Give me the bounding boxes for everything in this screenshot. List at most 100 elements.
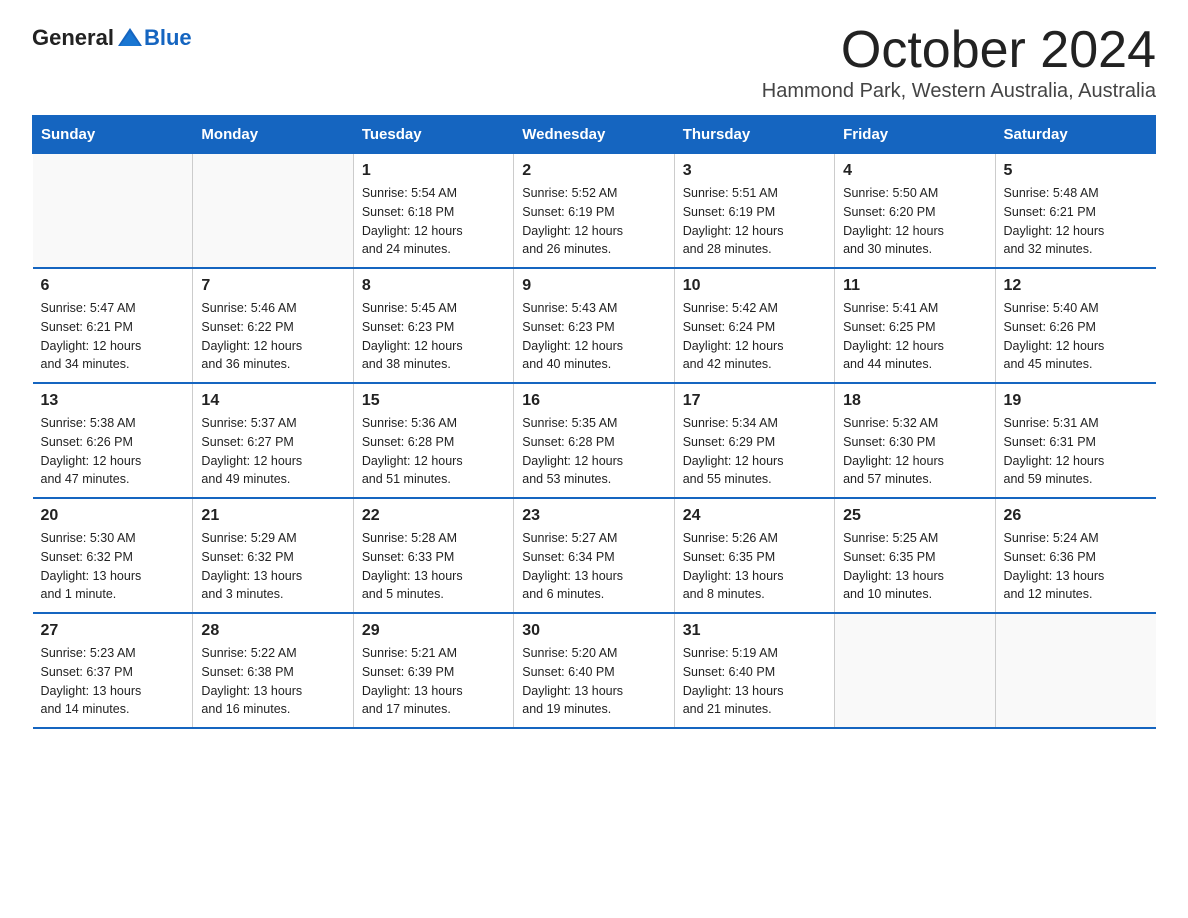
day-number: 6: [41, 277, 185, 295]
calendar-cell: 11Sunrise: 5:41 AMSunset: 6:25 PMDayligh…: [835, 268, 995, 383]
day-number: 7: [201, 277, 344, 295]
day-number: 13: [41, 392, 185, 410]
day-detail: Sunrise: 5:51 AMSunset: 6:19 PMDaylight:…: [683, 184, 826, 259]
day-detail: Sunrise: 5:25 AMSunset: 6:35 PMDaylight:…: [843, 529, 986, 604]
calendar-cell: 28 Sunrise: 5:22 AMSunset: 6:38 PMDayligh…: [193, 613, 353, 728]
calendar-cell: 29 Sunrise: 5:21 AMSunset: 6:39 PMDayligh…: [353, 613, 513, 728]
day-number: 3: [683, 162, 826, 180]
calendar-table: Sunday Monday Tuesday Wednesday Thursday…: [32, 115, 1156, 729]
day-detail: Sunrise: 5:52 AMSunset: 6:19 PMDaylight:…: [522, 184, 665, 259]
day-detail: Sunrise: 5:46 AMSunset: 6:22 PMDaylight:…: [201, 299, 344, 374]
day-detail: Sunrise: 5:20 AMSunset: 6:40 PMDaylight:…: [522, 644, 665, 719]
calendar-cell: 8 Sunrise: 5:45 AMSunset: 6:23 PMDaylight…: [353, 268, 513, 383]
calendar-cell: 6Sunrise: 5:47 AMSunset: 6:21 PMDaylight…: [33, 268, 193, 383]
day-detail: Sunrise: 5:19 AMSunset: 6:40 PMDaylight:…: [683, 644, 826, 719]
day-detail: Sunrise: 5:43 AMSunset: 6:23 PMDaylight:…: [522, 299, 665, 374]
calendar-cell: [995, 613, 1155, 728]
day-detail: Sunrise: 5:23 AMSunset: 6:37 PMDaylight:…: [41, 644, 185, 719]
day-detail: Sunrise: 5:32 AMSunset: 6:30 PMDaylight:…: [843, 414, 986, 489]
day-number: 8: [362, 277, 505, 295]
day-detail: Sunrise: 5:54 AMSunset: 6:18 PMDaylight:…: [362, 184, 505, 259]
calendar-cell: 31 Sunrise: 5:19 AMSunset: 6:40 PMDayligh…: [674, 613, 834, 728]
day-number: 21: [201, 507, 344, 525]
calendar-cell: 4 Sunrise: 5:50 AMSunset: 6:20 PMDaylight…: [835, 154, 995, 269]
logo: General Blue: [32, 24, 192, 52]
calendar-cell: 15Sunrise: 5:36 AMSunset: 6:28 PMDayligh…: [353, 383, 513, 498]
calendar-cell: [33, 154, 193, 269]
day-detail: Sunrise: 5:26 AMSunset: 6:35 PMDaylight:…: [683, 529, 826, 604]
calendar-week-row: 27 Sunrise: 5:23 AMSunset: 6:37 PMDayligh…: [33, 613, 1156, 728]
day-detail: Sunrise: 5:45 AMSunset: 6:23 PMDaylight:…: [362, 299, 505, 374]
calendar-cell: 14Sunrise: 5:37 AMSunset: 6:27 PMDayligh…: [193, 383, 353, 498]
day-number: 20: [41, 507, 185, 525]
calendar-cell: 26Sunrise: 5:24 AMSunset: 6:36 PMDayligh…: [995, 498, 1155, 613]
day-number: 24: [683, 507, 826, 525]
day-detail: Sunrise: 5:31 AMSunset: 6:31 PMDaylight:…: [1004, 414, 1148, 489]
calendar-week-row: 1 Sunrise: 5:54 AMSunset: 6:18 PMDaylight…: [33, 154, 1156, 269]
calendar-week-row: 6Sunrise: 5:47 AMSunset: 6:21 PMDaylight…: [33, 268, 1156, 383]
day-number: 12: [1004, 277, 1148, 295]
calendar-cell: 22 Sunrise: 5:28 AMSunset: 6:33 PMDayligh…: [353, 498, 513, 613]
day-detail: Sunrise: 5:42 AMSunset: 6:24 PMDaylight:…: [683, 299, 826, 374]
day-detail: Sunrise: 5:50 AMSunset: 6:20 PMDaylight:…: [843, 184, 986, 259]
day-detail: Sunrise: 5:29 AMSunset: 6:32 PMDaylight:…: [201, 529, 344, 604]
day-detail: Sunrise: 5:22 AMSunset: 6:38 PMDaylight:…: [201, 644, 344, 719]
day-detail: Sunrise: 5:40 AMSunset: 6:26 PMDaylight:…: [1004, 299, 1148, 374]
calendar-cell: 18 Sunrise: 5:32 AMSunset: 6:30 PMDayligh…: [835, 383, 995, 498]
day-number: 25: [843, 507, 986, 525]
calendar-header-row: Sunday Monday Tuesday Wednesday Thursday…: [33, 116, 1156, 154]
calendar-cell: 17Sunrise: 5:34 AMSunset: 6:29 PMDayligh…: [674, 383, 834, 498]
day-detail: Sunrise: 5:48 AMSunset: 6:21 PMDaylight:…: [1004, 184, 1148, 259]
col-sunday: Sunday: [33, 116, 193, 154]
day-number: 18: [843, 392, 986, 410]
day-detail: Sunrise: 5:28 AMSunset: 6:33 PMDaylight:…: [362, 529, 505, 604]
calendar-cell: 20Sunrise: 5:30 AMSunset: 6:32 PMDayligh…: [33, 498, 193, 613]
day-detail: Sunrise: 5:21 AMSunset: 6:39 PMDaylight:…: [362, 644, 505, 719]
calendar-cell: 3 Sunrise: 5:51 AMSunset: 6:19 PMDaylight…: [674, 154, 834, 269]
calendar-week-row: 13 Sunrise: 5:38 AMSunset: 6:26 PMDayligh…: [33, 383, 1156, 498]
day-number: 15: [362, 392, 505, 410]
calendar-cell: 5Sunrise: 5:48 AMSunset: 6:21 PMDaylight…: [995, 154, 1155, 269]
logo-blue-text: Blue: [144, 25, 192, 51]
calendar-cell: 9 Sunrise: 5:43 AMSunset: 6:23 PMDaylight…: [514, 268, 674, 383]
day-number: 29: [362, 622, 505, 640]
logo-icon: [116, 24, 144, 52]
day-number: 30: [522, 622, 665, 640]
calendar-cell: [835, 613, 995, 728]
calendar-cell: [193, 154, 353, 269]
col-wednesday: Wednesday: [514, 116, 674, 154]
day-number: 23: [522, 507, 665, 525]
day-detail: Sunrise: 5:24 AMSunset: 6:36 PMDaylight:…: [1004, 529, 1148, 604]
day-detail: Sunrise: 5:35 AMSunset: 6:28 PMDaylight:…: [522, 414, 665, 489]
col-thursday: Thursday: [674, 116, 834, 154]
col-monday: Monday: [193, 116, 353, 154]
calendar-cell: 2 Sunrise: 5:52 AMSunset: 6:19 PMDaylight…: [514, 154, 674, 269]
day-number: 10: [683, 277, 826, 295]
day-number: 9: [522, 277, 665, 295]
day-detail: Sunrise: 5:37 AMSunset: 6:27 PMDaylight:…: [201, 414, 344, 489]
day-number: 27: [41, 622, 185, 640]
day-number: 2: [522, 162, 665, 180]
day-number: 4: [843, 162, 986, 180]
page-header: General Blue October 2024: [32, 24, 1156, 76]
day-detail: Sunrise: 5:27 AMSunset: 6:34 PMDaylight:…: [522, 529, 665, 604]
day-number: 1: [362, 162, 505, 180]
page-title: October 2024: [841, 24, 1156, 76]
calendar-cell: 16Sunrise: 5:35 AMSunset: 6:28 PMDayligh…: [514, 383, 674, 498]
calendar-cell: 1 Sunrise: 5:54 AMSunset: 6:18 PMDaylight…: [353, 154, 513, 269]
day-number: 22: [362, 507, 505, 525]
calendar-cell: 10 Sunrise: 5:42 AMSunset: 6:24 PMDayligh…: [674, 268, 834, 383]
calendar-cell: 23 Sunrise: 5:27 AMSunset: 6:34 PMDayligh…: [514, 498, 674, 613]
calendar-cell: 25 Sunrise: 5:25 AMSunset: 6:35 PMDayligh…: [835, 498, 995, 613]
day-number: 28: [201, 622, 344, 640]
day-number: 31: [683, 622, 826, 640]
col-friday: Friday: [835, 116, 995, 154]
calendar-cell: 7 Sunrise: 5:46 AMSunset: 6:22 PMDaylight…: [193, 268, 353, 383]
calendar-cell: 19 Sunrise: 5:31 AMSunset: 6:31 PMDayligh…: [995, 383, 1155, 498]
col-saturday: Saturday: [995, 116, 1155, 154]
calendar-cell: 13 Sunrise: 5:38 AMSunset: 6:26 PMDayligh…: [33, 383, 193, 498]
page-subtitle: Hammond Park, Western Australia, Austral…: [32, 80, 1156, 103]
day-detail: Sunrise: 5:38 AMSunset: 6:26 PMDaylight:…: [41, 414, 185, 489]
day-number: 19: [1004, 392, 1148, 410]
col-tuesday: Tuesday: [353, 116, 513, 154]
